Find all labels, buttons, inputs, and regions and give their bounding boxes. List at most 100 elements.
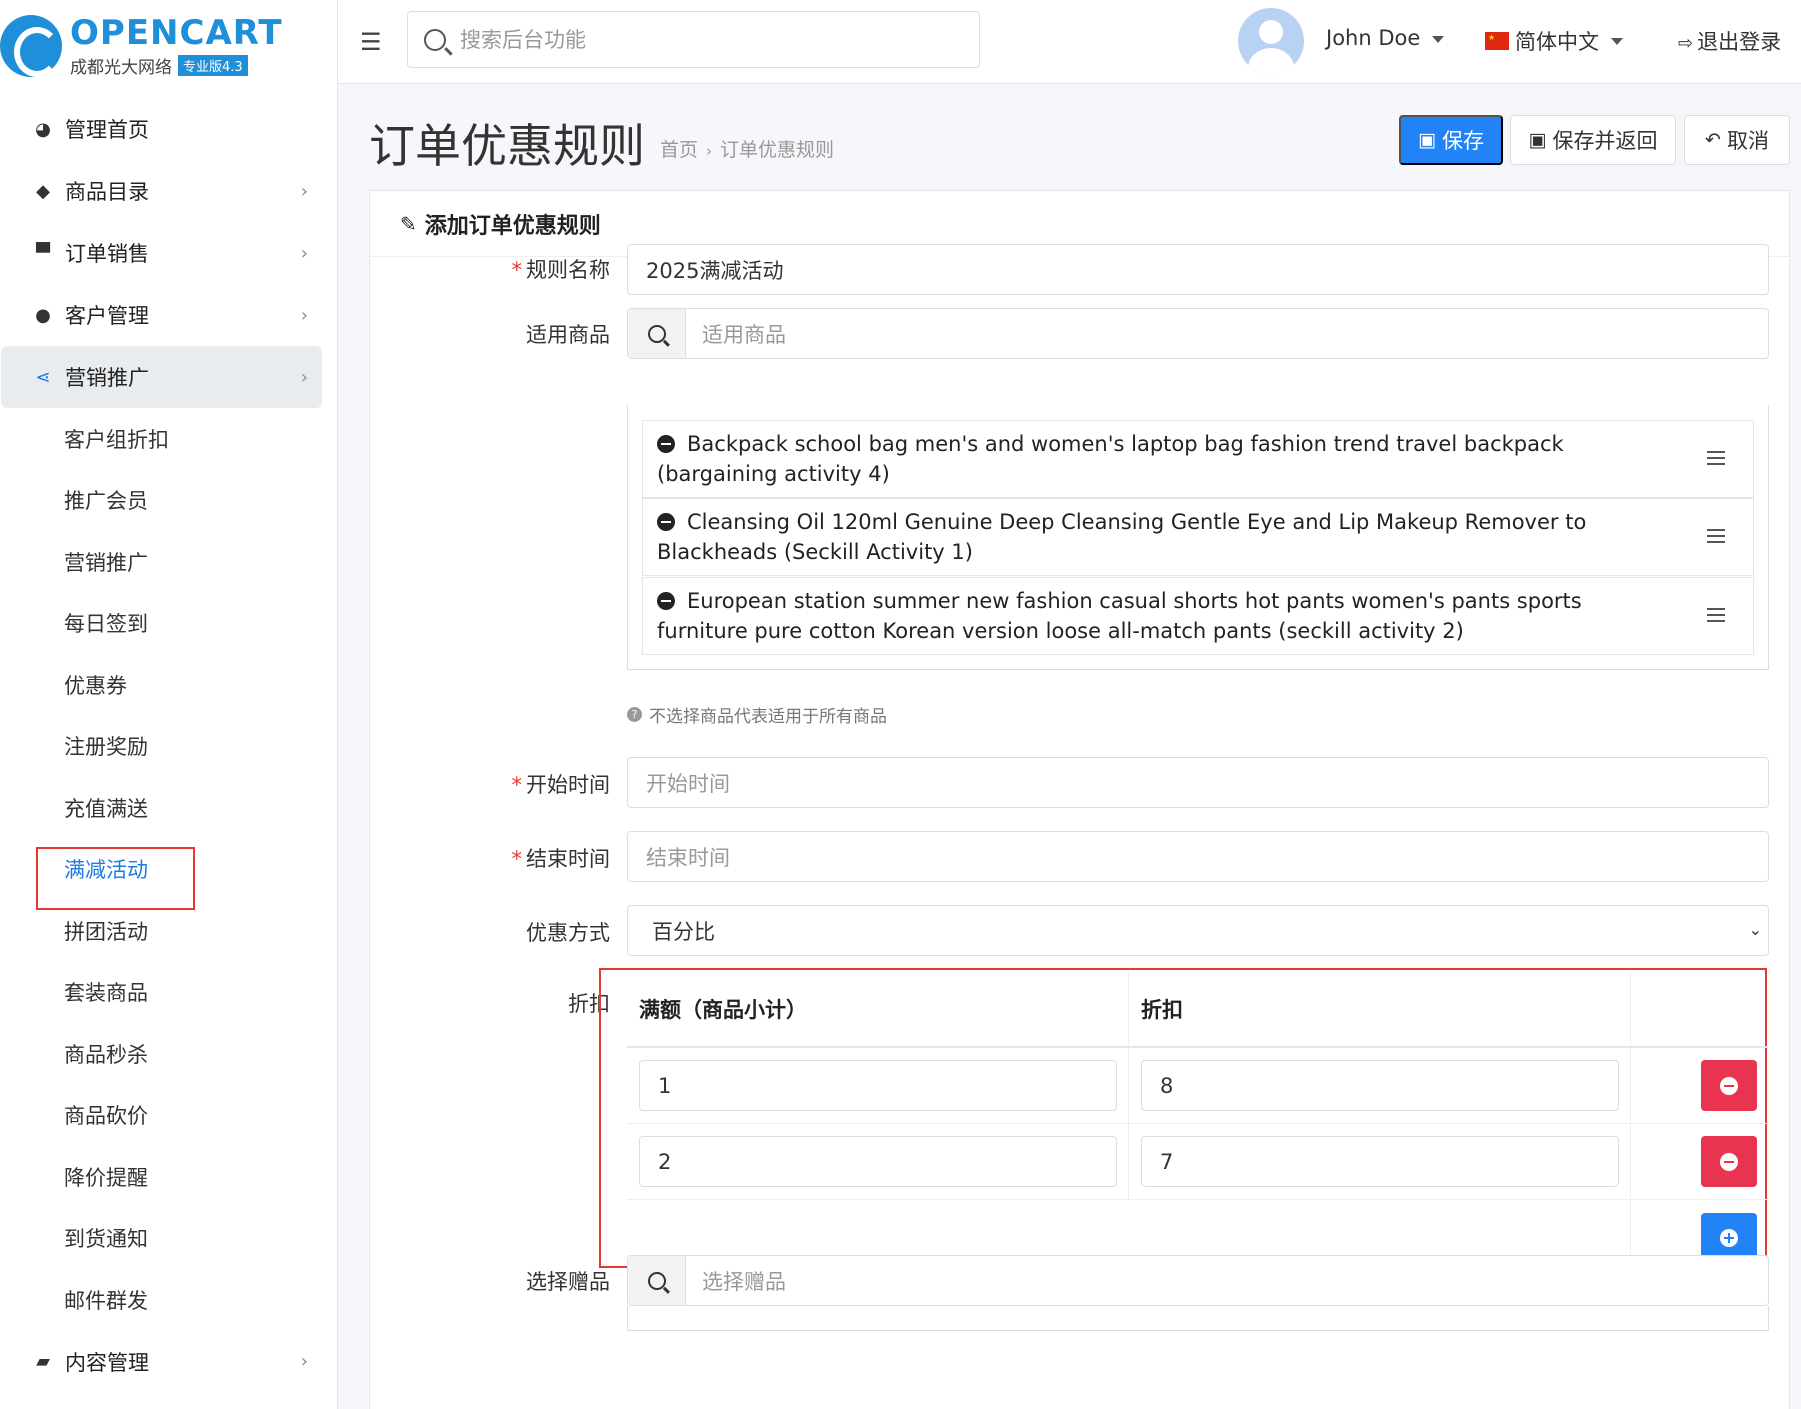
minus-circle-icon xyxy=(1720,1152,1738,1171)
share-icon: ⋖ xyxy=(35,366,51,388)
language-selector[interactable]: 简体中文 xyxy=(1485,26,1623,56)
product-name: Cleansing Oil 120ml Genuine Deep Cleansi… xyxy=(657,510,1587,564)
submenu-item[interactable]: 邮件群发 xyxy=(0,1269,337,1331)
list-item[interactable]: European station summer new fashion casu… xyxy=(642,577,1754,655)
gift-input[interactable]: 选择赠品 xyxy=(686,1256,786,1305)
product-name: European station summer new fashion casu… xyxy=(657,589,1582,643)
avatar[interactable] xyxy=(1238,8,1304,74)
discount-type-label: 优惠方式 xyxy=(526,921,610,945)
products-search[interactable]: 适用商品 xyxy=(627,308,1769,359)
sidebar-item-catalog[interactable]: ◆ 商品目录 › xyxy=(1,160,322,222)
breadcrumb-current[interactable]: 订单优惠规则 xyxy=(720,139,834,161)
list-item[interactable]: Backpack school bag men's and women's la… xyxy=(642,420,1754,498)
search-icon xyxy=(647,324,666,343)
remove-circle-icon[interactable] xyxy=(657,513,675,531)
table-row: 2 7 xyxy=(627,1124,1767,1200)
rule-name-label: * 规则名称 xyxy=(511,258,611,282)
submenu-item[interactable]: 到货通知 xyxy=(0,1208,337,1270)
breadcrumb-home[interactable]: 首页 xyxy=(660,139,698,161)
selected-products-list: Backpack school bag men's and women's la… xyxy=(627,405,1769,670)
sidebar-item-label: 客户管理 xyxy=(65,304,149,328)
tags-icon: ◆ xyxy=(36,180,50,202)
sidebar-item-label: 订单销售 xyxy=(65,242,149,266)
global-search[interactable] xyxy=(407,11,980,68)
remove-circle-icon[interactable] xyxy=(657,592,675,610)
remove-circle-icon[interactable] xyxy=(657,435,675,453)
version-badge: 专业版4.3 xyxy=(178,54,248,76)
chevron-right-icon: › xyxy=(300,180,308,202)
sidebar-item-sales[interactable]: ▀ 订单销售 › xyxy=(1,222,322,284)
drag-handle-icon[interactable] xyxy=(1707,608,1725,622)
gift-label: 选择赠品 xyxy=(526,1270,610,1294)
dashboard-icon: ◕ xyxy=(35,118,51,140)
minus-circle-icon xyxy=(1720,1076,1738,1095)
remove-row-button[interactable] xyxy=(1701,1060,1757,1111)
sidebar-item-marketing[interactable]: ⋖ 营销推广 › xyxy=(1,346,322,408)
top-header: ☰ John Doe 简体中文 ⇨退出登录 xyxy=(338,0,1801,84)
user-menu[interactable]: John Doe xyxy=(1326,26,1445,50)
logo-subtitle: 成都光大网络 xyxy=(70,57,172,78)
sidebar-item-dashboard[interactable]: ◕ 管理首页 xyxy=(1,98,322,160)
book-icon: ▰ xyxy=(36,1351,50,1372)
submenu-item[interactable]: 充值满送 xyxy=(0,777,337,839)
cancel-button[interactable]: ↶ 取消 xyxy=(1684,115,1790,165)
submenu-item[interactable]: 营销推广 xyxy=(0,531,337,593)
submenu-item[interactable]: 商品秒杀 xyxy=(0,1023,337,1085)
table-header: 满额（商品小计） 折扣 xyxy=(627,972,1767,1048)
amount-input[interactable]: 1 xyxy=(639,1060,1117,1111)
submenu-item[interactable]: 套装商品 xyxy=(0,962,337,1024)
sidebar-item-label: 内容管理 xyxy=(65,1350,149,1375)
submenu-item[interactable]: 客户组折扣 xyxy=(0,408,337,470)
sidebar-item-label: 营销推广 xyxy=(65,366,149,390)
rule-name-input[interactable]: 2025满减活动 xyxy=(627,244,1769,295)
table-row: 1 8 xyxy=(627,1048,1767,1124)
sidebar-nav: ◕ 管理首页 ◆ 商品目录 › ▀ 订单销售 › ● 客户管理 › ⋖ 营销推广… xyxy=(0,98,337,1393)
sign-out-icon: ⇨ xyxy=(1678,33,1694,54)
end-time-input[interactable]: 结束时间 xyxy=(627,831,1769,882)
logo[interactable]: OPENCART 成都光大网络 专业版4.3 xyxy=(0,0,337,84)
search-input[interactable] xyxy=(460,27,940,52)
card-title: 添加订单优惠规则 xyxy=(424,213,601,239)
save-label: 保存 xyxy=(1441,129,1484,153)
logout-link[interactable]: ⇨ 退出登录 xyxy=(1678,26,1781,56)
save-button[interactable]: ▣ 保存 xyxy=(1399,115,1503,165)
submenu-item[interactable]: 商品砍价 xyxy=(0,1085,337,1147)
submenu-item[interactable]: 推广会员 xyxy=(0,470,337,532)
discount-input[interactable]: 7 xyxy=(1141,1136,1619,1187)
breadcrumb: 首页 › 订单优惠规则 xyxy=(660,135,834,162)
search-icon xyxy=(424,28,446,51)
drag-handle-icon[interactable] xyxy=(1707,529,1725,543)
cancel-label: 取消 xyxy=(1726,129,1769,153)
sidebar-item-label: 管理首页 xyxy=(65,118,149,142)
logout-label: 退出登录 xyxy=(1697,30,1782,54)
gift-search[interactable]: 选择赠品 xyxy=(627,1255,1769,1306)
page-title: 订单优惠规则 xyxy=(369,119,645,173)
remove-row-button[interactable] xyxy=(1701,1136,1757,1187)
chevron-right-icon: › xyxy=(300,366,308,388)
sidebar: OPENCART 成都光大网络 专业版4.3 ◕ 管理首页 ◆ 商品目录 › ▀… xyxy=(0,0,338,1409)
menu-toggle-icon[interactable]: ☰ xyxy=(360,28,382,56)
discount-input[interactable]: 8 xyxy=(1141,1060,1619,1111)
floppy-icon: ▣ xyxy=(1418,129,1436,151)
save-and-return-button[interactable]: ▣ 保存并返回 xyxy=(1510,115,1676,165)
form-card: ✎ 添加订单优惠规则 * 规则名称 2025满减活动 适用商品 适用商品 Back… xyxy=(369,190,1790,1409)
question-circle-icon: ? xyxy=(627,707,642,722)
submenu-item[interactable]: 优惠券 xyxy=(0,654,337,716)
discount-type-select[interactable]: 百分比 ⌄ xyxy=(627,905,1769,956)
products-input[interactable]: 适用商品 xyxy=(686,309,786,358)
chevron-right-icon: › xyxy=(300,242,308,264)
search-addon xyxy=(628,309,686,358)
list-item[interactable]: Cleansing Oil 120ml Genuine Deep Cleansi… xyxy=(642,498,1754,576)
search-icon xyxy=(647,1271,666,1290)
sidebar-item-customers[interactable]: ● 客户管理 › xyxy=(1,284,322,346)
sidebar-item-content[interactable]: ▰ 内容管理 › xyxy=(1,1331,322,1393)
amount-input[interactable]: 2 xyxy=(639,1136,1117,1187)
chevron-right-icon: › xyxy=(300,304,308,326)
submenu-item[interactable]: 降价提醒 xyxy=(0,1146,337,1208)
start-time-input[interactable]: 开始时间 xyxy=(627,757,1769,808)
submenu-item[interactable]: 注册奖励 xyxy=(0,716,337,778)
caret-down-icon xyxy=(1611,37,1623,45)
drag-handle-icon[interactable] xyxy=(1707,451,1725,465)
plus-circle-icon xyxy=(1720,1229,1738,1247)
submenu-item[interactable]: 每日签到 xyxy=(0,593,337,655)
